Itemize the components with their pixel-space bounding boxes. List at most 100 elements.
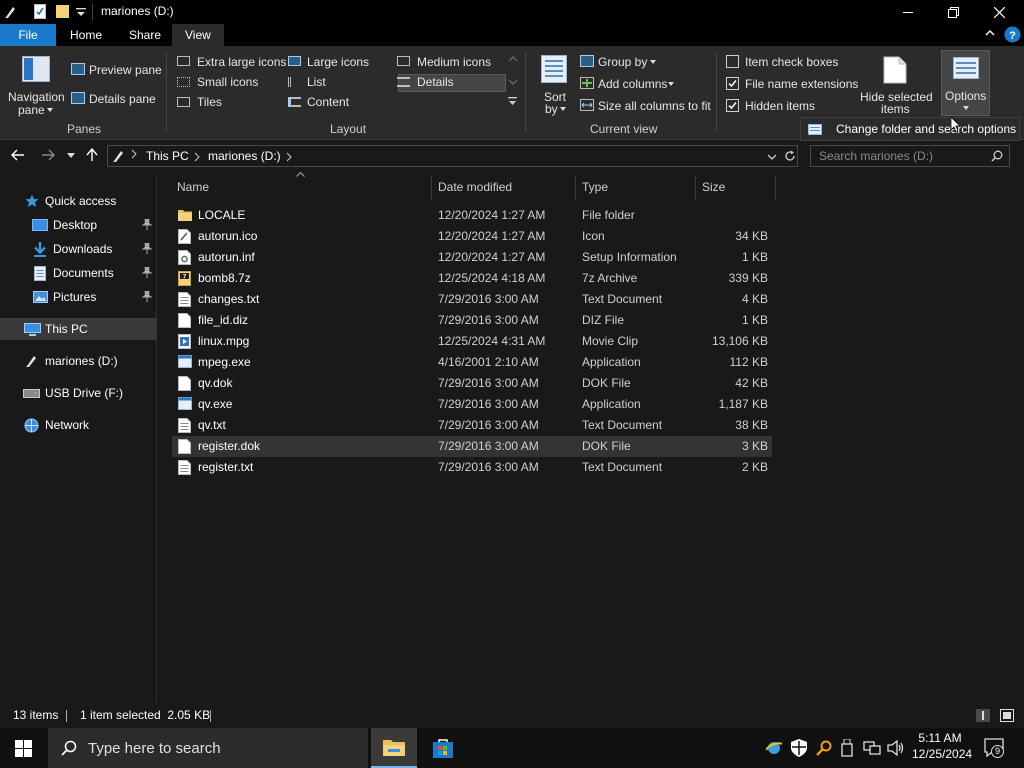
file-name: bomb8.7z	[198, 271, 251, 285]
taskbar-clock[interactable]: 5:11 AM 12/25/2024	[912, 731, 972, 761]
hidden-items-label[interactable]: Hidden items	[745, 99, 815, 113]
tab-share[interactable]: Share	[116, 24, 174, 46]
breadcrumb-mariones[interactable]: mariones (D:)	[208, 149, 281, 163]
file-row[interactable]: linux.mpg 12/25/2024 4:31 AM Movie Clip 13,…	[172, 331, 772, 352]
pin-icon[interactable]	[142, 267, 152, 278]
nav-item-desktop[interactable]: Desktop	[0, 214, 157, 236]
medium-icons-option[interactable]: Medium icons	[417, 55, 491, 69]
file-name-extensions-checkbox[interactable]	[726, 77, 739, 90]
collapse-ribbon-icon[interactable]	[985, 29, 995, 37]
nav-item-usb-drive[interactable]: USB Drive (F:)	[0, 382, 157, 404]
options-button[interactable]: Options	[941, 50, 990, 116]
start-button[interactable]	[15, 740, 32, 757]
properties-icon[interactable]	[34, 4, 46, 19]
search-input[interactable]: Search mariones (D:)	[810, 145, 1010, 167]
network-tray-icon[interactable]	[863, 741, 881, 755]
list-option[interactable]: List	[307, 75, 326, 89]
file-row[interactable]: qv.dok 7/29/2016 3:00 AM DOK File 42 KB	[172, 373, 772, 394]
file-row[interactable]: autorun.ico 12/20/2024 1:27 AM Icon 34 KB	[172, 226, 772, 247]
pen-icon[interactable]	[4, 5, 16, 19]
close-button[interactable]	[976, 0, 1022, 24]
nav-item-network[interactable]: Network	[0, 414, 157, 436]
file-row[interactable]: changes.txt 7/29/2016 3:00 AM Text Documen…	[172, 289, 772, 310]
security-shield-icon[interactable]	[791, 739, 807, 757]
refresh-icon[interactable]	[784, 150, 796, 162]
pin-icon[interactable]	[142, 219, 152, 230]
preview-pane-button[interactable]: Preview pane	[89, 63, 162, 77]
item-check-boxes-checkbox[interactable]	[726, 55, 739, 68]
tiles-option[interactable]: Tiles	[197, 95, 222, 109]
microsoft-store-taskbar-button[interactable]	[420, 728, 466, 768]
pin-icon[interactable]	[142, 291, 152, 302]
customize-toolbar-icon[interactable]	[76, 6, 86, 18]
nav-item-downloads[interactable]: Downloads	[0, 238, 157, 260]
extra-large-icons-option[interactable]: Extra large icons	[197, 55, 286, 69]
add-columns-button[interactable]: Add columns	[598, 77, 667, 91]
column-separator[interactable]	[575, 175, 576, 201]
file-row[interactable]: mpeg.exe 4/16/2001 2:10 AM Application 112 …	[172, 352, 772, 373]
nav-item-quick-access[interactable]: Quick access	[0, 190, 157, 212]
large-icons-option[interactable]: Large icons	[307, 55, 369, 69]
search-tray-icon[interactable]	[816, 740, 832, 756]
taskbar-search-box[interactable]: Type here to search	[48, 728, 368, 768]
ie-tray-icon[interactable]	[766, 740, 782, 756]
content-option[interactable]: Content	[307, 95, 349, 109]
forward-button[interactable]	[41, 149, 55, 161]
pin-icon[interactable]	[142, 243, 152, 254]
column-header-date-modified[interactable]: Date modified	[438, 180, 512, 194]
address-history-dropdown[interactable]	[767, 154, 777, 160]
tab-file[interactable]: File	[0, 24, 56, 46]
file-row[interactable]: qv.txt 7/29/2016 3:00 AM Text Document 38 K…	[172, 415, 772, 436]
column-header-type[interactable]: Type	[582, 180, 608, 194]
help-icon[interactable]: ?	[1004, 26, 1021, 43]
up-button[interactable]	[86, 148, 98, 162]
size-all-columns-button[interactable]: Size all columns to fit	[598, 99, 711, 113]
file-row[interactable]: register.dok 7/29/2016 3:00 AM DOK File 3 K…	[172, 436, 772, 457]
nav-item-pictures[interactable]: Pictures	[0, 286, 157, 308]
volume-icon[interactable]	[887, 740, 905, 756]
maximize-button[interactable]	[930, 0, 976, 24]
nav-item-this-pc[interactable]: This PC	[0, 318, 157, 340]
breadcrumb-this-pc[interactable]: This PC	[146, 149, 189, 163]
column-separator[interactable]	[431, 175, 432, 201]
details-option[interactable]: Details	[417, 75, 454, 89]
back-button[interactable]	[11, 149, 25, 161]
column-separator[interactable]	[775, 175, 776, 201]
address-bar[interactable]: This PC mariones (D:)	[107, 145, 798, 167]
tab-view[interactable]: View	[172, 24, 224, 46]
column-header-name[interactable]: Name	[177, 180, 209, 194]
nav-item-mariones-drive[interactable]: mariones (D:)	[0, 350, 157, 372]
file-name-extensions-label[interactable]: File name extensions	[745, 77, 858, 91]
details-view-button[interactable]	[976, 709, 990, 722]
file-row[interactable]: qv.exe 7/29/2016 3:00 AM Application 1,187 …	[172, 394, 772, 415]
file-row[interactable]: LOCALE 12/20/2024 1:27 AM File folder	[172, 205, 772, 226]
tab-home[interactable]: Home	[57, 24, 115, 46]
new-folder-icon[interactable]	[56, 4, 70, 19]
file-row[interactable]: register.txt 7/29/2016 3:00 AM Text Docume…	[172, 457, 772, 478]
navigation-pane: Quick access Desktop Downloads Documents…	[0, 175, 157, 703]
usb-tray-icon[interactable]	[841, 739, 853, 757]
file-row[interactable]: autorun.inf 12/20/2024 1:27 AM Setup Infor…	[172, 247, 772, 268]
navigation-pane-button[interactable]: Navigation	[8, 90, 65, 104]
small-icons-option[interactable]: Small icons	[197, 75, 258, 89]
gallery-more-icon[interactable]	[508, 97, 517, 106]
file-row[interactable]: file_id.diz 7/29/2016 3:00 AM DIZ File 1 KB	[172, 310, 772, 331]
nav-item-documents[interactable]: Documents	[0, 262, 157, 284]
hidden-items-checkbox[interactable]	[726, 99, 739, 112]
item-check-boxes-label[interactable]: Item check boxes	[745, 55, 838, 69]
minimize-button[interactable]	[885, 0, 931, 24]
gallery-scroll-down-icon[interactable]	[509, 79, 517, 85]
group-by-button[interactable]: Group by	[598, 55, 647, 69]
breadcrumb-separator-icon[interactable]	[286, 152, 292, 162]
file-row[interactable]: 7 bomb8.7z 12/25/2024 4:18 AM 7z Archive 339…	[172, 268, 772, 289]
column-header-size[interactable]: Size	[702, 180, 725, 194]
recent-locations-button[interactable]	[67, 153, 75, 158]
breadcrumb-separator-icon[interactable]	[194, 152, 200, 162]
notifications-button[interactable]: 9	[984, 738, 1004, 758]
details-pane-button[interactable]: Details pane	[89, 92, 156, 106]
large-icons-view-button[interactable]	[1000, 709, 1014, 722]
gallery-scroll-up-icon[interactable]	[509, 56, 517, 62]
search-icon[interactable]	[991, 150, 1003, 162]
file-explorer-taskbar-button[interactable]	[371, 728, 417, 768]
column-separator[interactable]	[695, 175, 696, 201]
